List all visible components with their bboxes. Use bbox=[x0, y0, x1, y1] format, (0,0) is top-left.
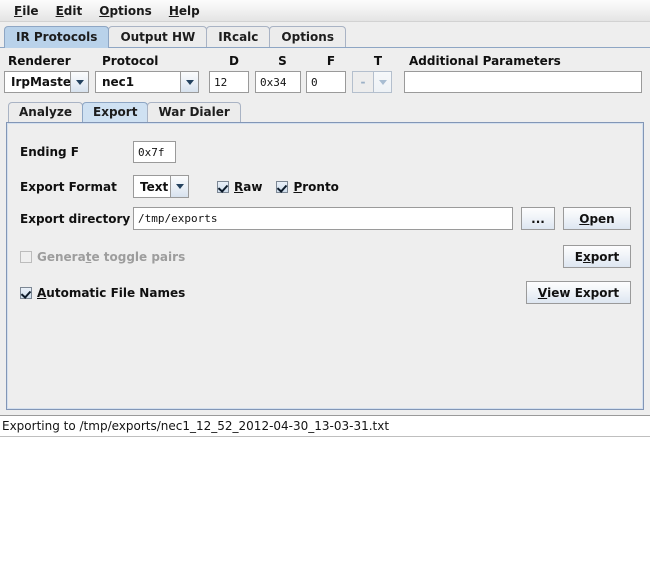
raw-checkbox-label: Raw bbox=[234, 179, 263, 194]
menu-help[interactable]: Help bbox=[161, 2, 209, 20]
export-button[interactable]: Ex port bbox=[563, 245, 631, 268]
renderer-combobox[interactable]: IrpMaster bbox=[4, 71, 89, 93]
toggle-combobox: - bbox=[352, 71, 392, 93]
device-field[interactable]: 12 bbox=[209, 71, 249, 93]
checkbox-check-icon bbox=[217, 180, 229, 193]
export-panel-wrapper: Ending F 0x7f Export Format Text Raw Pro… bbox=[0, 122, 650, 410]
menu-edit-label-rest: dit bbox=[63, 3, 83, 18]
additional-parameters-label: Additional Parameters bbox=[409, 54, 561, 68]
renderer-value: IrpMaster bbox=[4, 71, 70, 93]
menu-options[interactable]: Options bbox=[91, 2, 161, 20]
subtab-war-dialer[interactable]: War Dialer bbox=[147, 102, 241, 122]
sub-tab-strip: Analyze Export War Dialer bbox=[0, 99, 650, 122]
export-directory-label: Export directory bbox=[20, 211, 131, 226]
parameter-labels-row: Renderer Protocol D S F T Additional Par… bbox=[4, 54, 642, 68]
raw-checkbox[interactable]: Raw bbox=[217, 180, 262, 194]
menu-options-label-rest: ptions bbox=[109, 3, 152, 18]
tab-ircalc[interactable]: IRcalc bbox=[206, 26, 271, 48]
chevron-down-icon[interactable] bbox=[70, 71, 89, 93]
d-label: D bbox=[229, 54, 239, 68]
main-tab-strip: IR Protocols Output HW IRcalc Options bbox=[0, 22, 650, 48]
export-directory-field[interactable]: /tmp/exports bbox=[133, 207, 513, 230]
toggle-pairs-row: Generate toggle pairs Ex port bbox=[20, 245, 631, 268]
renderer-label: Renderer bbox=[8, 54, 71, 68]
parameter-form: Renderer Protocol D S F T Additional Par… bbox=[0, 48, 650, 99]
status-bar: Exporting to /tmp/exports/nec1_12_52_201… bbox=[0, 415, 650, 436]
checkbox-empty-icon bbox=[20, 250, 32, 263]
pronto-checkbox-label: Pronto bbox=[293, 179, 339, 194]
function-field[interactable]: 0 bbox=[306, 71, 346, 93]
protocol-combobox[interactable]: nec1 bbox=[95, 71, 199, 93]
toggle-value: - bbox=[352, 71, 373, 93]
checkbox-check-icon bbox=[276, 180, 289, 193]
application-window: File Edit Options Help IR Protocols Outp… bbox=[0, 0, 650, 577]
automatic-file-names-checkbox[interactable]: Automatic File Names bbox=[20, 286, 185, 300]
generate-toggle-pairs-checkbox: Generate toggle pairs bbox=[20, 250, 185, 264]
chevron-down-icon[interactable] bbox=[170, 175, 189, 198]
protocol-value: nec1 bbox=[95, 71, 180, 93]
generate-toggle-pairs-label: Generate toggle pairs bbox=[37, 249, 186, 264]
menu-file-label-rest: ile bbox=[22, 3, 39, 18]
additional-parameters-field[interactable] bbox=[404, 71, 642, 93]
pronto-checkbox[interactable]: Pronto bbox=[276, 179, 339, 194]
subtab-export[interactable]: Export bbox=[82, 102, 149, 122]
chevron-down-icon bbox=[373, 71, 392, 93]
t-label: T bbox=[373, 54, 383, 68]
f-label: F bbox=[326, 54, 336, 68]
status-text: Exporting to /tmp/exports/nec1_12_52_201… bbox=[2, 419, 390, 433]
view-export-button[interactable]: View Export bbox=[526, 281, 631, 304]
protocol-label: Protocol bbox=[102, 54, 159, 68]
menu-file[interactable]: File bbox=[6, 2, 48, 20]
ending-f-row: Ending F 0x7f bbox=[20, 141, 643, 163]
open-directory-button[interactable]: Open bbox=[563, 207, 631, 230]
export-format-value: Text bbox=[133, 175, 170, 198]
export-directory-row: Export directory /tmp/exports ... Open bbox=[20, 207, 631, 230]
console-output-area[interactable] bbox=[0, 436, 650, 577]
export-panel: Ending F 0x7f Export Format Text Raw Pro… bbox=[6, 122, 644, 410]
automatic-file-names-row: Automatic File Names View Export bbox=[20, 281, 631, 304]
menu-edit[interactable]: Edit bbox=[48, 2, 92, 20]
menu-bar: File Edit Options Help bbox=[0, 0, 650, 22]
checkbox-check-icon bbox=[20, 286, 32, 299]
export-format-combobox[interactable]: Text bbox=[133, 175, 191, 198]
ending-f-field[interactable]: 0x7f bbox=[133, 141, 176, 163]
automatic-file-names-label: Automatic File Names bbox=[37, 285, 186, 300]
export-format-row: Export Format Text Raw Pronto bbox=[20, 175, 643, 198]
ending-f-label: Ending F bbox=[20, 145, 79, 159]
export-format-label: Export Format bbox=[20, 179, 117, 194]
parameter-fields-row: IrpMaster nec1 12 0x34 0 - bbox=[4, 71, 642, 93]
menu-help-label-rest: elp bbox=[178, 3, 200, 18]
browse-directory-button[interactable]: ... bbox=[521, 207, 555, 230]
s-label: S bbox=[278, 54, 287, 68]
subdevice-field[interactable]: 0x34 bbox=[255, 71, 301, 93]
subtab-analyze[interactable]: Analyze bbox=[8, 102, 83, 122]
tab-options[interactable]: Options bbox=[269, 26, 346, 48]
tab-ir-protocols[interactable]: IR Protocols bbox=[4, 26, 110, 48]
chevron-down-icon[interactable] bbox=[180, 71, 199, 93]
tab-output-hw[interactable]: Output HW bbox=[108, 26, 208, 48]
